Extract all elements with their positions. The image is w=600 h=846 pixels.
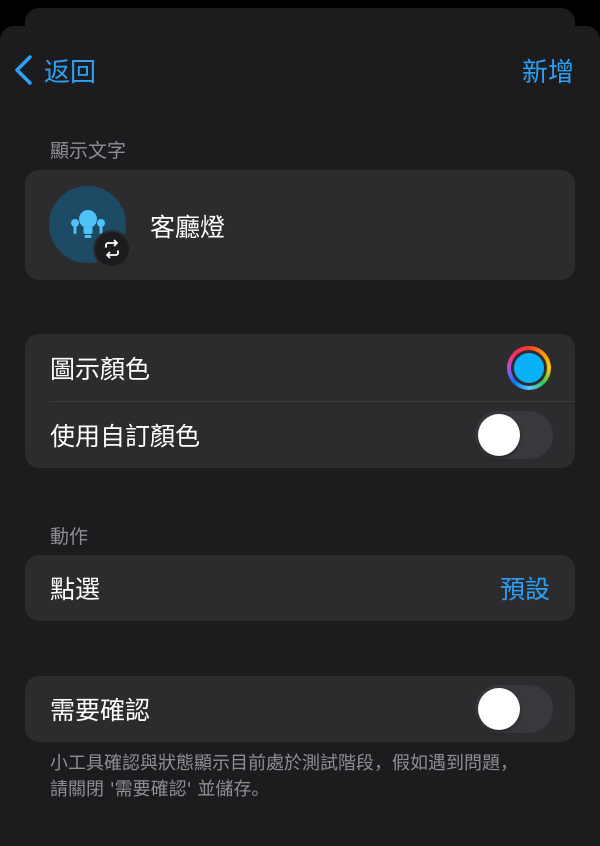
swap-icon-badge[interactable] <box>93 230 131 268</box>
custom-color-row: 使用自訂顏色 <box>25 401 575 468</box>
confirm-footnote: 小工具確認與狀態顯示目前處於測試階段，假如遇到問題，請關閉 '需要確認' 並儲存… <box>50 753 518 800</box>
icon-color-row[interactable]: 圖示顏色 <box>25 334 575 401</box>
display-text-section-label: 顯示文字 <box>50 140 127 162</box>
tap-action-row[interactable]: 點選 預設 <box>25 555 575 621</box>
color-settings-card: 圖示顏色 使用自訂顏色 <box>25 334 575 468</box>
selected-color-dot <box>514 352 544 383</box>
custom-color-label: 使用自訂顏色 <box>50 421 201 451</box>
add-button[interactable]: 新增 <box>522 50 574 90</box>
settings-sheet: 返回 新增 顯示文字 客廳燈 圖示顏色 使用自訂顏色 動作 點選 預設 需要確認… <box>0 26 600 846</box>
back-label: 返回 <box>44 57 97 88</box>
color-picker-icon[interactable] <box>507 345 551 390</box>
back-button[interactable]: 返回 <box>12 50 96 90</box>
toggle-knob <box>478 413 520 456</box>
require-confirm-label: 需要確認 <box>50 696 151 725</box>
tap-action-label: 點選 <box>50 575 101 604</box>
custom-color-toggle[interactable] <box>475 410 553 459</box>
chevron-left-icon <box>15 55 32 85</box>
toggle-knob <box>478 688 520 730</box>
color-picker-inner <box>511 349 547 386</box>
navigation-bar: 返回 新增 <box>0 26 600 114</box>
icon-color-label: 圖示顏色 <box>50 354 151 384</box>
action-section-label: 動作 <box>50 526 89 548</box>
action-card: 點選 預設 <box>25 555 575 621</box>
tap-action-value[interactable]: 預設 <box>500 570 550 606</box>
require-confirm-toggle[interactable] <box>475 685 553 733</box>
swap-icon <box>105 239 119 259</box>
require-confirm-row: 需要確認 <box>25 676 575 742</box>
confirm-card: 需要確認 <box>25 676 575 742</box>
display-name-text[interactable]: 客廳燈 <box>150 208 225 244</box>
display-name-card: 客廳燈 <box>25 170 575 280</box>
